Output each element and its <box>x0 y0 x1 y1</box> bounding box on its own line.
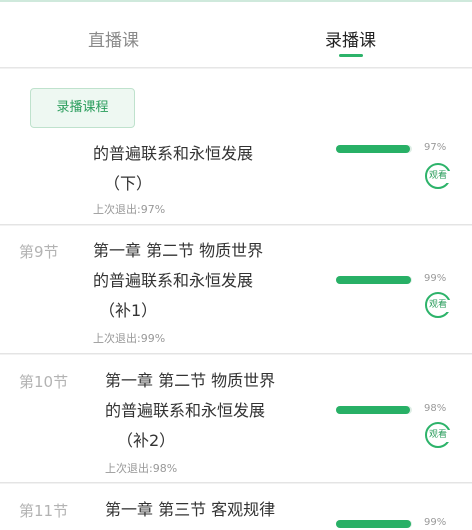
watch-label: 观看 <box>428 300 447 310</box>
recorded-course-button[interactable]: 录播课程 <box>30 88 135 128</box>
progress-fill <box>336 520 412 528</box>
lesson-number: 第9节 <box>19 243 59 261</box>
lesson-row[interactable]: 第10节 第一章 第二节 物质世界 的普遍联系和永恒发展 （补2） 上次退出:9… <box>0 355 472 483</box>
progress-fill <box>336 145 410 153</box>
tab-bar: 直播课 录播课 <box>0 2 472 68</box>
lesson-title-line: 第一章 第二节 物质世界 <box>105 371 276 390</box>
progress-percent: 99% <box>424 273 447 284</box>
lesson-title-line: 的普遍联系和永恒发展 <box>105 401 266 420</box>
last-exit-text: 上次退出:98% <box>105 462 178 475</box>
progress-fill <box>336 406 411 414</box>
watch-label: 观看 <box>428 430 447 440</box>
watch-button[interactable]: 观看 <box>425 292 453 318</box>
lesson-title-line: （下） <box>104 174 153 193</box>
watch-button[interactable]: 观看 <box>425 422 453 448</box>
lesson-row[interactable]: 第11节 第一章 第三节 客观规律 99% <box>0 484 472 530</box>
lesson-title-line: 的普遍联系和永恒发展 <box>93 271 254 290</box>
lesson-title-line: 第一章 第三节 客观规律 <box>105 500 276 519</box>
lesson-title-line: 第一章 第二节 物质世界 <box>93 241 264 260</box>
progress-bar <box>336 145 412 153</box>
lesson-title-line: （补1） <box>99 301 158 320</box>
progress-bar <box>336 276 412 284</box>
lesson-title-line: （补2） <box>117 431 176 450</box>
watch-button[interactable]: 观看 <box>425 163 453 189</box>
active-tab-indicator <box>339 54 363 57</box>
progress-percent: 97% <box>424 142 447 153</box>
progress-percent: 99% <box>424 517 447 528</box>
lesson-number: 第11节 <box>19 502 69 520</box>
progress-bar <box>336 406 412 414</box>
progress-fill <box>336 276 412 284</box>
lesson-title-line: 的普遍联系和永恒发展 <box>93 144 254 163</box>
last-exit-text: 上次退出:97% <box>93 203 166 216</box>
progress-bar <box>336 520 412 528</box>
progress-percent: 98% <box>424 403 447 414</box>
last-exit-text: 上次退出:99% <box>93 332 166 345</box>
watch-label: 观看 <box>428 171 447 181</box>
lesson-number: 第10节 <box>19 373 69 391</box>
tab-recorded[interactable]: 录播课 <box>325 26 376 51</box>
tab-live[interactable]: 直播课 <box>88 26 139 51</box>
lesson-row[interactable]: 第9节 第一章 第二节 物质世界 的普遍联系和永恒发展 （补1） 上次退出:99… <box>0 226 472 354</box>
